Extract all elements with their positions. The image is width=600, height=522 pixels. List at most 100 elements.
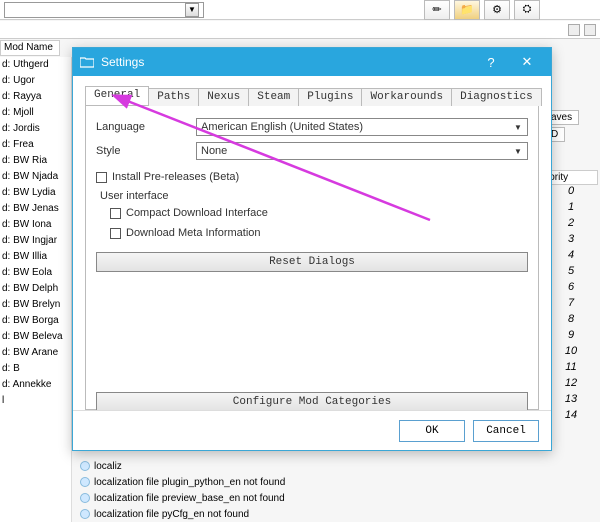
- list-item[interactable]: d: Frea: [0, 137, 71, 153]
- list-item[interactable]: l: [0, 393, 71, 409]
- priority-cell: 12: [544, 377, 598, 393]
- priority-cell: 8: [544, 313, 598, 329]
- install-prerelease-label: Install Pre-releases (Beta): [112, 171, 239, 183]
- gear-icon: ⚙: [492, 3, 502, 16]
- main-toolbar: ▼ ✏ 📁 ⚙ ⛭: [0, 0, 600, 20]
- priority-cell: 3: [544, 233, 598, 249]
- tab-plugins[interactable]: Plugins: [298, 88, 362, 106]
- toolbar-button-3[interactable]: ⚙: [484, 0, 510, 20]
- log-text: localization file plugin_python_en not f…: [94, 477, 285, 488]
- dialog-titlebar[interactable]: Settings ? ✕: [73, 48, 551, 76]
- log-panel: localiz localization file plugin_python_…: [80, 458, 590, 522]
- tab-pane-general: Language American English (United States…: [85, 106, 539, 410]
- log-text: localization file pyCfg_en not found: [94, 509, 249, 520]
- priority-cell: 6: [544, 281, 598, 297]
- secondary-toolbar: [0, 21, 600, 39]
- folder-icon: [79, 54, 95, 70]
- list-item[interactable]: d: BW Jenas: [0, 201, 71, 217]
- toolbar-button-1[interactable]: ✏: [424, 0, 450, 20]
- toolbar-button-4[interactable]: ⛭: [514, 0, 540, 20]
- list-item[interactable]: d: Rayya: [0, 89, 71, 105]
- compact-download-checkbox[interactable]: [110, 208, 121, 219]
- list-item[interactable]: d: BW Borga: [0, 313, 71, 329]
- configure-categories-button[interactable]: Configure Mod Categories: [96, 392, 528, 412]
- list-item[interactable]: d: BW Illia: [0, 249, 71, 265]
- priority-cell: 10: [544, 345, 598, 361]
- column-header-priority[interactable]: iority: [544, 170, 598, 185]
- list-item[interactable]: d: BW Ria: [0, 153, 71, 169]
- list-item[interactable]: d: BW Beleva: [0, 329, 71, 345]
- log-line: localization file plugin_python_en not f…: [80, 474, 590, 490]
- log-line: localization file pyCfg_en not found: [80, 506, 590, 522]
- compact-download-label: Compact Download Interface: [126, 207, 268, 219]
- tool-icon: ⛭: [523, 3, 532, 16]
- tab-strip: General Paths Nexus Steam Plugins Workar…: [85, 86, 539, 106]
- style-select[interactable]: None ▼: [196, 142, 528, 160]
- toolbar-button-2[interactable]: 📁: [454, 0, 480, 20]
- bulb-icon: [80, 493, 90, 503]
- tab-steam[interactable]: Steam: [248, 88, 299, 106]
- list-item[interactable]: d: BW Ingjar: [0, 233, 71, 249]
- ok-button[interactable]: OK: [399, 420, 465, 442]
- log-text: localization file preview_base_en not fo…: [94, 493, 285, 504]
- chevron-down-icon: ▼: [511, 144, 525, 158]
- list-item[interactable]: d: BW Delph: [0, 281, 71, 297]
- reset-dialogs-button[interactable]: Reset Dialogs: [96, 252, 528, 272]
- tab-diagnostics[interactable]: Diagnostics: [451, 88, 542, 106]
- priority-cell: 1: [544, 201, 598, 217]
- list-item[interactable]: d: BW Arane: [0, 345, 71, 361]
- chevron-down-icon: ▼: [511, 120, 525, 134]
- right-column: aves D iority 0 1 2 3 4 5 6 7 8 9 10 11 …: [544, 110, 598, 425]
- priority-cell: 7: [544, 297, 598, 313]
- mod-list: d: Uthgerd d: Ugor d: Rayya d: Mjoll d: …: [0, 57, 72, 522]
- close-button[interactable]: ✕: [509, 48, 545, 76]
- list-item[interactable]: d: Ugor: [0, 73, 71, 89]
- list-item[interactable]: d: Mjoll: [0, 105, 71, 121]
- log-line: localiz: [80, 458, 590, 474]
- list-item[interactable]: d: BW Njada: [0, 169, 71, 185]
- tab-workarounds[interactable]: Workarounds: [361, 88, 452, 106]
- tab-paths[interactable]: Paths: [148, 88, 199, 106]
- list-item[interactable]: d: BW Lydia: [0, 185, 71, 201]
- folder-icon: 📁: [460, 3, 474, 16]
- language-label: Language: [96, 121, 196, 133]
- priority-cell: 11: [544, 361, 598, 377]
- download-meta-label: Download Meta Information: [126, 227, 261, 239]
- priority-cell: 4: [544, 249, 598, 265]
- install-prerelease-checkbox[interactable]: [96, 172, 107, 183]
- cancel-button[interactable]: Cancel: [473, 420, 539, 442]
- list-item[interactable]: d: Jordis: [0, 121, 71, 137]
- priority-cell: 9: [544, 329, 598, 345]
- style-value: None: [201, 145, 227, 157]
- profile-combo[interactable]: ▼: [4, 2, 204, 18]
- mini-button-1[interactable]: [568, 24, 580, 36]
- dialog-title: Settings: [101, 55, 473, 69]
- close-icon: ✕: [522, 54, 533, 70]
- bulb-icon: [80, 509, 90, 519]
- priority-cell: 2: [544, 217, 598, 233]
- column-header-modname[interactable]: Mod Name: [0, 40, 60, 56]
- priority-cell: 0: [544, 185, 598, 201]
- tab-general[interactable]: General: [85, 86, 149, 105]
- help-button[interactable]: ?: [473, 48, 509, 76]
- chevron-down-icon: ▼: [185, 3, 199, 17]
- list-item[interactable]: d: Uthgerd: [0, 57, 71, 73]
- log-text: localiz: [94, 461, 122, 472]
- list-item[interactable]: d: BW Brelyn: [0, 297, 71, 313]
- priority-cell: 14: [544, 409, 598, 425]
- bulb-icon: [80, 477, 90, 487]
- dialog-footer: OK Cancel: [73, 410, 551, 450]
- download-meta-checkbox[interactable]: [110, 228, 121, 239]
- user-interface-header: User interface: [100, 190, 528, 202]
- settings-dialog: Settings ? ✕ General Paths Nexus Steam P…: [72, 47, 552, 451]
- list-item[interactable]: d: B: [0, 361, 71, 377]
- language-value: American English (United States): [201, 121, 363, 133]
- log-line: localization file preview_base_en not fo…: [80, 490, 590, 506]
- list-item[interactable]: d: Annekke: [0, 377, 71, 393]
- list-item[interactable]: d: BW Eola: [0, 265, 71, 281]
- tab-nexus[interactable]: Nexus: [198, 88, 249, 106]
- wand-icon: ✏: [432, 3, 441, 16]
- list-item[interactable]: d: BW Iona: [0, 217, 71, 233]
- mini-button-2[interactable]: [584, 24, 596, 36]
- language-select[interactable]: American English (United States) ▼: [196, 118, 528, 136]
